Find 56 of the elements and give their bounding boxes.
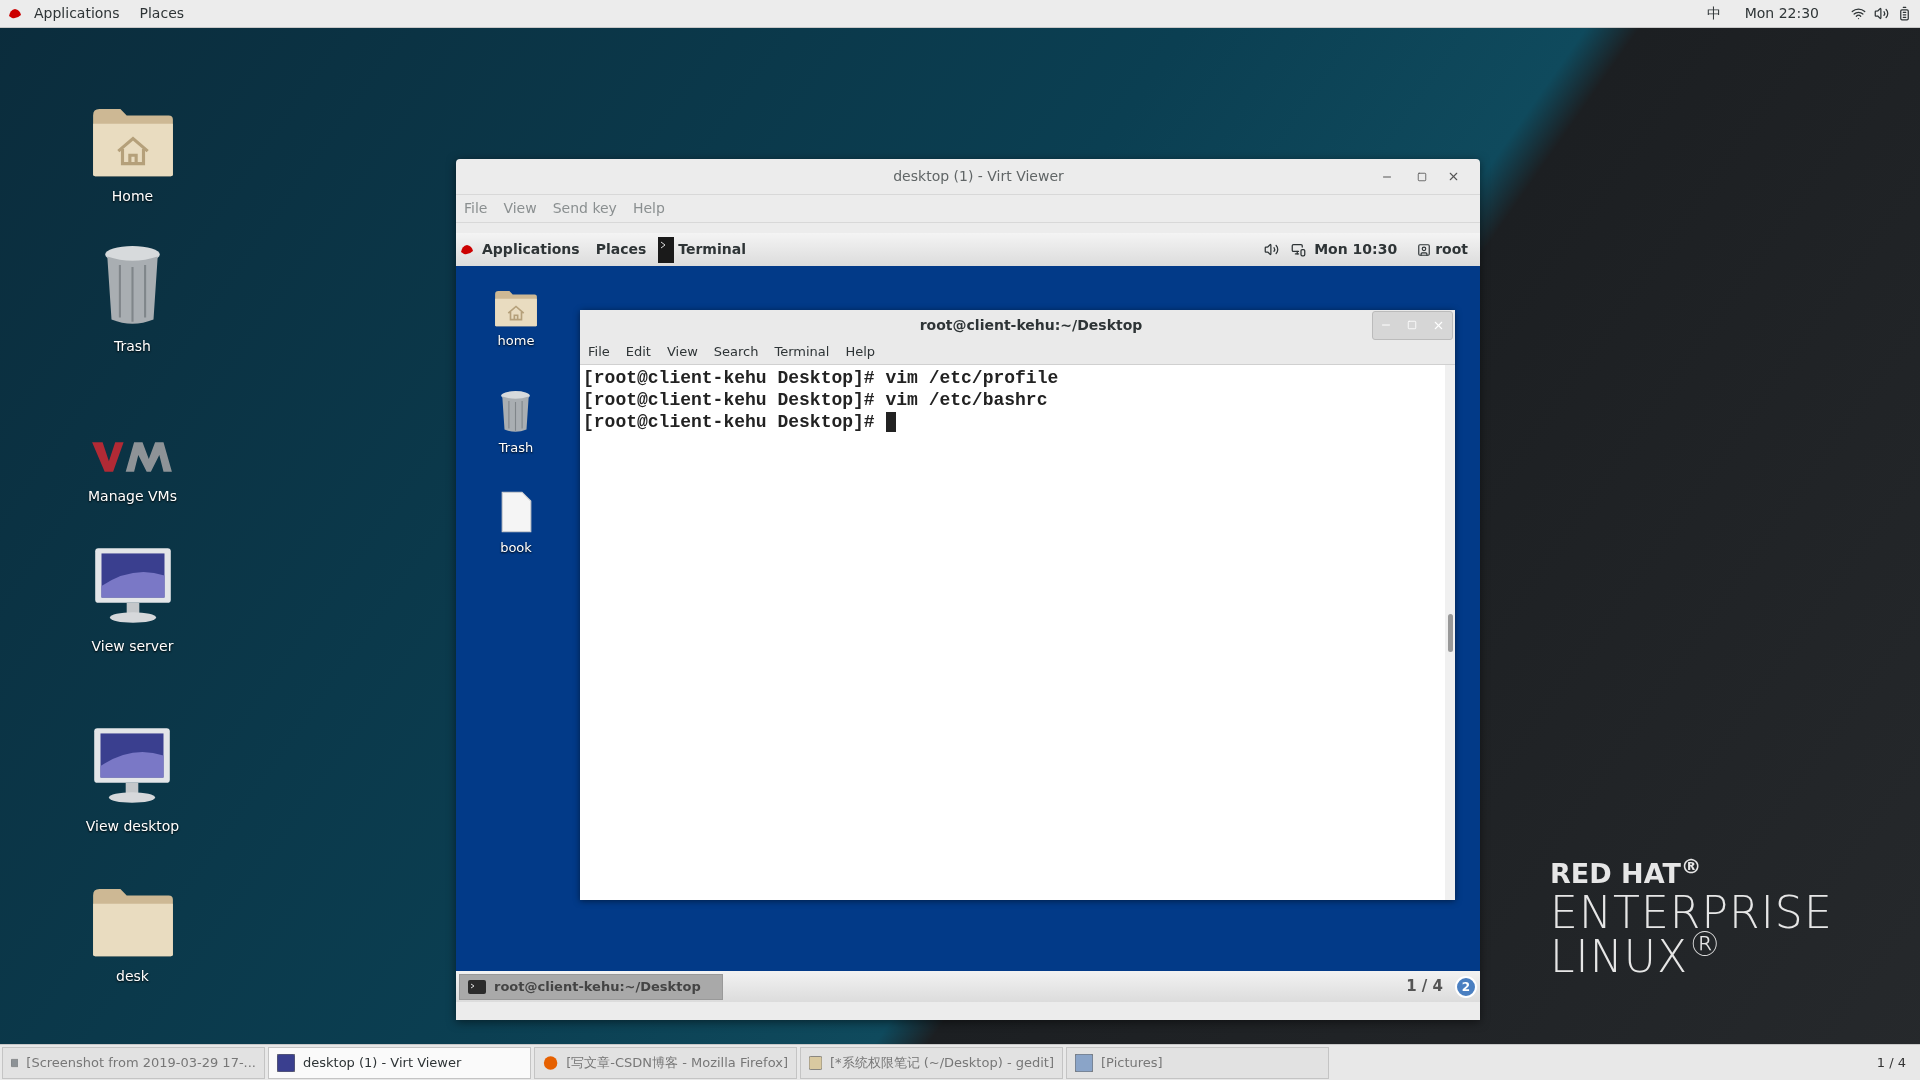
document-icon xyxy=(499,490,533,534)
volume-icon xyxy=(1264,242,1280,257)
battery-icon xyxy=(1897,6,1912,21)
desktop-icon-label[interactable]: Manage VMs xyxy=(88,486,177,507)
logo-brand-text: RED HAT$^{®}$ xyxy=(1550,860,1703,887)
desktop-icon-label[interactable]: View server xyxy=(91,636,174,657)
terminal-icon xyxy=(658,236,675,263)
workspace-indicator[interactable]: 1 / 4 xyxy=(1406,975,1443,998)
trash-can-icon xyxy=(499,390,533,434)
terminal-line: [root@client-kehu Desktop]# vim /etc/bashrc xyxy=(583,389,1048,411)
menu-item[interactable]: Help xyxy=(845,342,876,362)
menu-item[interactable]: Terminal xyxy=(774,342,830,362)
home-folder-icon xyxy=(494,290,538,328)
window-list-button[interactable]: root@client-kehu:~/Desktop xyxy=(459,973,723,1000)
terminal-line: [root@client-kehu Desktop]# xyxy=(583,411,875,433)
desktop-icon-label[interactable]: Trash xyxy=(498,438,534,458)
panel-menu[interactable]: Applications xyxy=(482,239,580,260)
scrollbar-thumb[interactable] xyxy=(1447,613,1453,652)
desktop-icon-label[interactable]: book xyxy=(500,538,532,558)
volume-icon xyxy=(1874,6,1889,21)
desktop-icon-label[interactable]: View desktop xyxy=(85,816,180,837)
close-icon[interactable] xyxy=(1447,170,1460,183)
terminal-cursor xyxy=(885,412,896,432)
desktop-icon-label[interactable]: Home xyxy=(111,186,154,207)
scrollbar[interactable] xyxy=(1445,365,1455,900)
user-icon xyxy=(1417,242,1432,257)
wifi-icon xyxy=(1851,6,1866,21)
taskbar-button[interactable]: [*系统权限笔记 (~/Desktop) - gedit] xyxy=(800,1046,1063,1079)
maximize-icon[interactable] xyxy=(1417,171,1427,182)
network-icon xyxy=(1291,242,1307,257)
window-title: root@client-kehu:~/Desktop xyxy=(919,315,1143,335)
menu-item[interactable]: View xyxy=(666,342,698,362)
panel-menu[interactable]: Places xyxy=(139,3,185,24)
user-menu[interactable]: root xyxy=(1435,239,1468,260)
taskbar-button[interactable]: [Pictures] xyxy=(1066,1046,1329,1079)
input-method-indicator[interactable]: 中 xyxy=(1706,3,1721,24)
panel-menu[interactable]: Places xyxy=(595,239,647,260)
desktop-icon-label[interactable]: desk xyxy=(116,966,149,987)
menu-item[interactable]: Edit xyxy=(625,342,651,362)
clock[interactable]: Mon 10:30 xyxy=(1314,239,1398,260)
clock[interactable]: Mon 22:30 xyxy=(1744,3,1819,24)
desktop-icon-label[interactable]: Trash xyxy=(114,336,151,357)
terminal-icon xyxy=(468,979,486,994)
task-launcher[interactable]: Terminal xyxy=(674,236,750,263)
taskbar-button[interactable]: [写文章-CSDN博客 - Mozilla Firefox] xyxy=(534,1046,797,1079)
panel-menu[interactable]: Applications xyxy=(34,3,120,24)
home-folder-icon xyxy=(90,106,175,178)
taskbar-button[interactable]: [Screenshot from 2019-03-29 17-... xyxy=(2,1046,265,1079)
menu-item[interactable]: File xyxy=(588,342,610,362)
desktop-icon-label[interactable]: home xyxy=(497,331,535,351)
taskbar-button[interactable]: desktop (1) - Virt Viewer xyxy=(268,1046,531,1079)
workspace-indicator[interactable]: 1 / 4 xyxy=(1876,1052,1906,1073)
window-title: desktop (1) - Virt Viewer xyxy=(893,167,1064,186)
terminal-line: [root@client-kehu Desktop]# vim /etc/profile xyxy=(583,367,1059,389)
menu-item[interactable]: Search xyxy=(713,342,759,362)
notification-badge[interactable]: 2 xyxy=(1455,975,1477,998)
